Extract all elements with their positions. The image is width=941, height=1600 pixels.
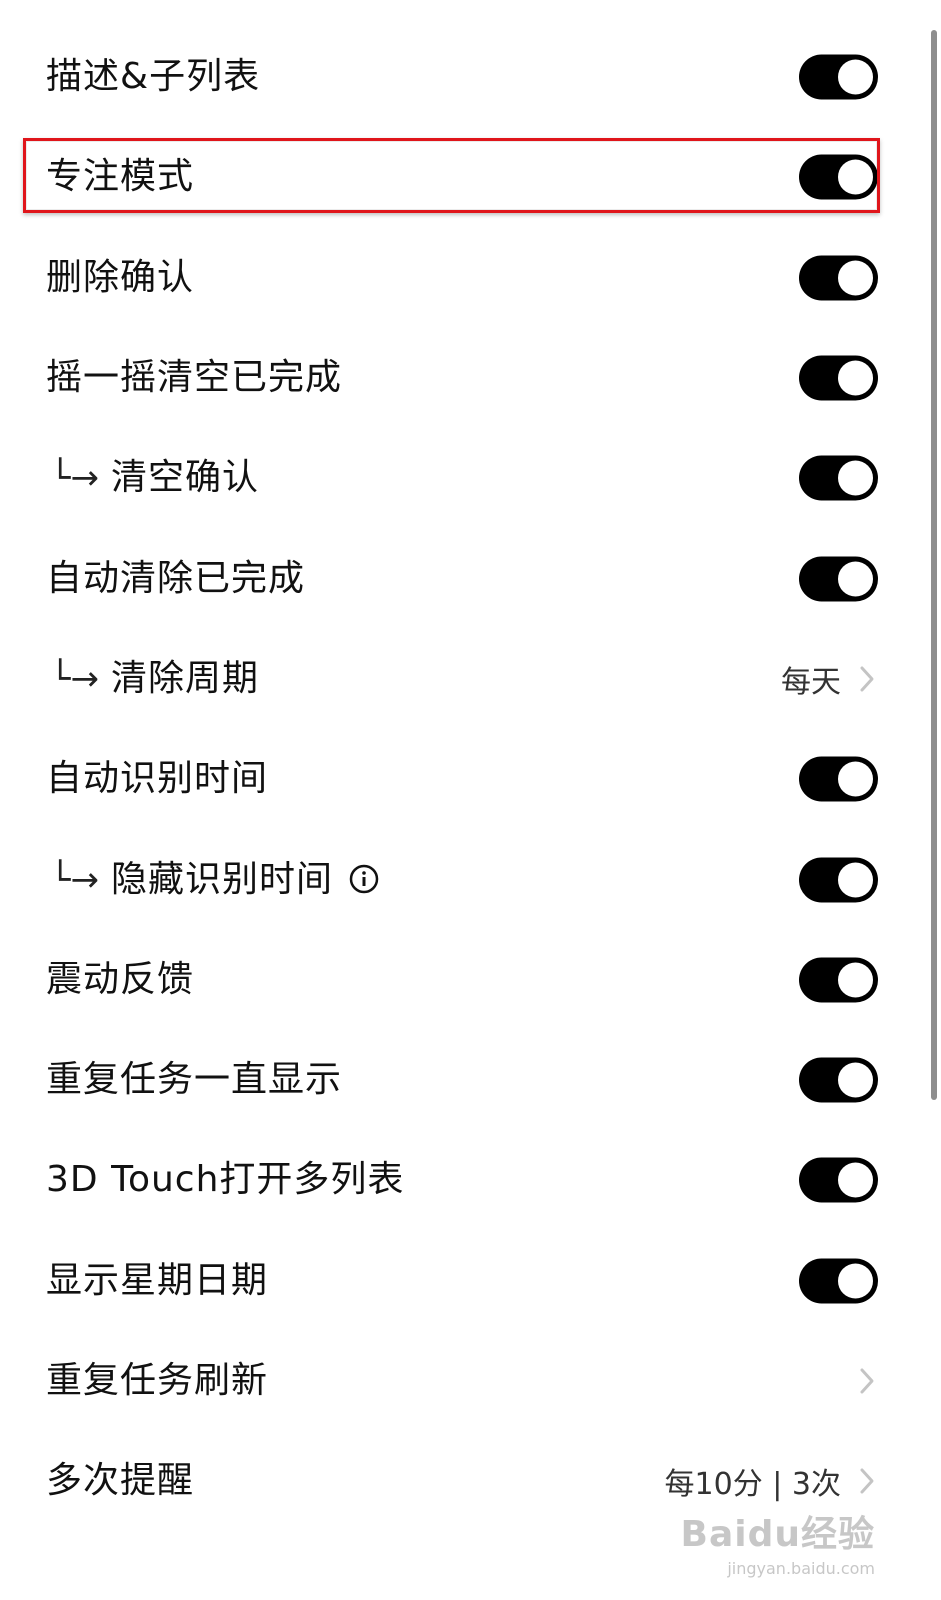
toggle-knob	[838, 761, 873, 797]
scrollbar[interactable]	[931, 30, 937, 1100]
toggle-switch[interactable]	[799, 54, 878, 100]
toggle-knob	[838, 159, 873, 195]
toggle-knob	[838, 59, 873, 95]
setting-label-text: 显示星期日期	[46, 1259, 269, 1301]
toggle-switch[interactable]	[799, 857, 878, 903]
toggle-switch[interactable]	[799, 154, 878, 200]
settings-row: 显示星期日期	[0, 1231, 941, 1331]
setting-label: 自动清除已完成	[46, 557, 306, 599]
chevron-right-icon	[860, 666, 874, 692]
toggle-knob	[838, 561, 873, 597]
info-circle-icon[interactable]	[349, 864, 379, 894]
settings-row[interactable]: 多次提醒 每10分 | 3次	[0, 1431, 941, 1531]
setting-label-text: 摇一摇清空已完成	[46, 357, 343, 399]
setting-label: 重复任务刷新	[46, 1363, 268, 1399]
setting-label: 自动识别时间	[46, 761, 268, 797]
setting-label: 显示星期日期	[46, 1259, 269, 1301]
setting-label-text: 清空确认	[110, 457, 259, 499]
setting-label: 摇一摇清空已完成	[46, 360, 342, 396]
setting-label-text: 自动识别时间	[46, 758, 269, 800]
toggle-switch[interactable]	[799, 957, 878, 1003]
toggle-knob	[838, 862, 873, 898]
toggle-switch[interactable]	[799, 255, 878, 301]
setting-label-text: 清除周期	[110, 657, 259, 699]
settings-list: 描述&子列表 专注模式删除确认摇一摇清空已完成 └→ 清空确认自动清除已完成 └→ 清除周…	[0, 27, 941, 1531]
toggle-switch[interactable]	[799, 455, 878, 501]
toggle-knob	[838, 1162, 873, 1198]
settings-row: 专注模式	[0, 127, 941, 227]
setting-label: └→ 清除周期	[50, 657, 259, 699]
setting-label: 震动反馈	[46, 958, 195, 1000]
settings-row: └→ 隐藏识别时间	[0, 829, 941, 929]
settings-row: 摇一摇清空已完成	[0, 328, 941, 428]
setting-label: 删除确认	[46, 256, 195, 298]
settings-row: 重复任务一直显示	[0, 1030, 941, 1130]
settings-row: 描述&子列表	[0, 27, 941, 127]
setting-label: 多次提醒	[46, 1463, 194, 1499]
toggle-knob	[838, 962, 873, 998]
setting-label: └→ 清空确认	[50, 460, 259, 496]
setting-label-text: 重复任务一直显示	[46, 1059, 343, 1101]
sub-arrow-icon: └→	[50, 458, 99, 499]
toggle-knob	[838, 1263, 873, 1299]
watermark-url: jingyan.baidu.com	[727, 1559, 875, 1578]
setting-label-text: 3D Touch打开多列表	[46, 1159, 405, 1201]
setting-value: 每天	[781, 664, 841, 700]
setting-value: 每10分 | 3次	[664, 1467, 841, 1503]
settings-row: 震动反馈	[0, 930, 941, 1030]
chevron-right-icon	[860, 1468, 874, 1494]
settings-row: └→ 清空确认	[0, 428, 941, 528]
setting-label-text: 描述&子列表	[46, 56, 261, 98]
setting-label-text: 隐藏识别时间	[110, 858, 333, 900]
settings-row: 删除确认	[0, 228, 941, 328]
setting-label-text: 震动反馈	[46, 958, 195, 1000]
setting-label-text: 重复任务刷新	[46, 1360, 269, 1401]
settings-row: 自动识别时间	[0, 729, 941, 829]
toggle-knob	[838, 1062, 873, 1098]
setting-label-text: 自动清除已完成	[46, 557, 306, 599]
sub-arrow-icon: └→	[50, 859, 99, 900]
setting-label: 描述&子列表	[46, 59, 260, 95]
setting-label: 重复任务一直显示	[46, 1062, 342, 1098]
setting-label: └→ 隐藏识别时间	[50, 858, 379, 900]
toggle-switch[interactable]	[799, 1258, 878, 1304]
toggle-knob	[838, 460, 873, 496]
settings-row[interactable]: 重复任务刷新	[0, 1331, 941, 1431]
toggle-knob	[838, 360, 873, 396]
settings-row: 自动清除已完成	[0, 528, 941, 628]
setting-label-text: 多次提醒	[46, 1460, 195, 1502]
setting-label-text: 专注模式	[46, 156, 195, 198]
toggle-switch[interactable]	[799, 1157, 878, 1203]
toggle-switch[interactable]	[799, 756, 878, 802]
settings-row: 3D Touch打开多列表	[0, 1130, 941, 1230]
toggle-switch[interactable]	[799, 355, 878, 401]
chevron-right-icon	[860, 1368, 874, 1394]
toggle-switch[interactable]	[799, 1057, 878, 1103]
settings-row[interactable]: └→ 清除周期 每天	[0, 629, 941, 729]
setting-label: 3D Touch打开多列表	[46, 1162, 404, 1198]
sub-arrow-icon: └→	[50, 658, 99, 699]
setting-label: 专注模式	[46, 159, 194, 195]
toggle-switch[interactable]	[799, 556, 878, 602]
setting-label-text: 删除确认	[46, 256, 195, 298]
toggle-knob	[838, 260, 873, 296]
